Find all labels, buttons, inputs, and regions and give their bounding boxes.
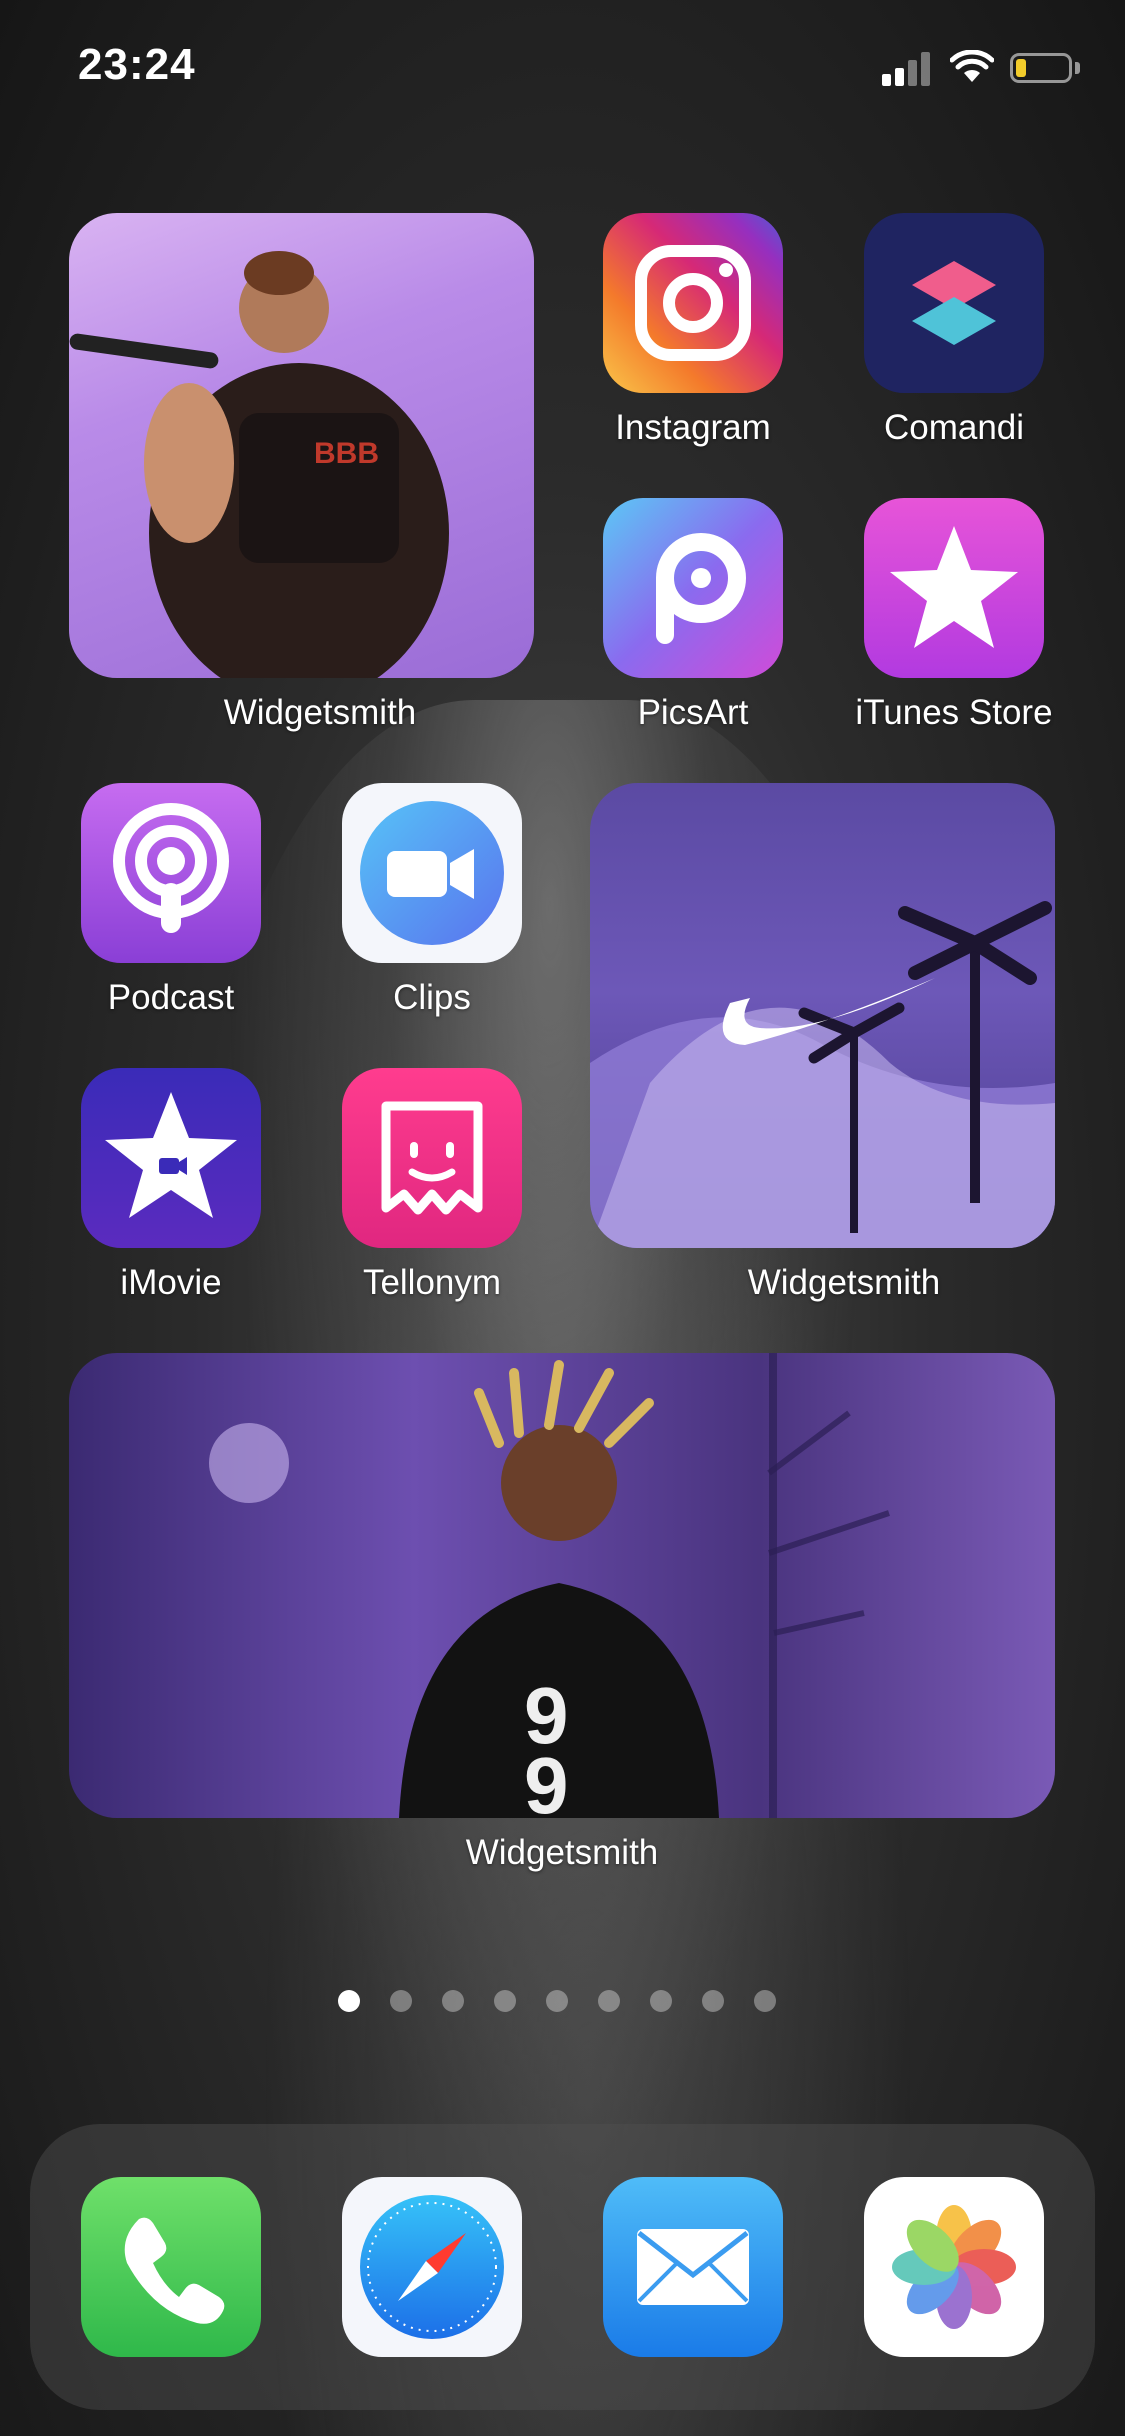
page-dot-active[interactable] [338, 1990, 360, 2012]
shortcuts-icon [912, 261, 996, 345]
tellonym-bag-icon [381, 1101, 483, 1215]
battery-tip [1075, 62, 1080, 74]
mail-app-icon[interactable] [603, 2177, 783, 2357]
itunes-store-label: iTunes Store [855, 693, 1053, 732]
performer-photo-wide: 9 9 [209, 1353, 890, 1818]
safari-icon [360, 2195, 504, 2339]
svg-text:9: 9 [524, 1741, 569, 1818]
mail-icon [637, 2229, 749, 2305]
imovie-star-icon [105, 1092, 237, 1218]
page-dot[interactable] [598, 1990, 620, 2012]
page-dot[interactable] [390, 1990, 412, 2012]
page-indicator[interactable] [338, 1990, 788, 2014]
status-time: 23:24 [78, 40, 196, 89]
cellular-signal-icon [882, 50, 934, 86]
widget-label-2: Widgetsmith [747, 1263, 941, 1302]
widgetsmith-wide-widget[interactable]: 9 9 [69, 1353, 1055, 1818]
phone-app-icon[interactable] [81, 2177, 261, 2357]
phone-icon [124, 2217, 225, 2324]
performer-photo: BBB [69, 251, 449, 678]
clips-app-icon[interactable] [342, 783, 522, 963]
camera-outline-icon [635, 245, 751, 361]
widget-label-3: Widgetsmith [465, 1833, 659, 1872]
widget-label-1: Widgetsmith [223, 693, 417, 732]
comandi-app-icon[interactable] [864, 213, 1044, 393]
widgetsmith-photo-widget[interactable]: BBB [69, 213, 534, 678]
photos-app-icon[interactable] [864, 2177, 1044, 2357]
instagram-app-icon[interactable] [603, 213, 783, 393]
star-icon [890, 526, 1018, 648]
picsart-app-icon[interactable] [603, 498, 783, 678]
tellonym-label: Tellonym [362, 1263, 502, 1302]
podcast-label: Podcast [107, 978, 235, 1017]
imovie-label: iMovie [120, 1263, 222, 1302]
instagram-label: Instagram [615, 408, 771, 447]
page-dot[interactable] [546, 1990, 568, 2012]
comandi-label: Comandi [883, 408, 1025, 447]
wifi-icon [949, 49, 995, 84]
safari-app-icon[interactable] [342, 2177, 522, 2357]
podcast-app-icon[interactable] [81, 783, 261, 963]
picsart-label: PicsArt [637, 693, 749, 732]
tellonym-app-icon[interactable] [342, 1068, 522, 1248]
clips-label: Clips [393, 978, 471, 1017]
picsart-p-icon [656, 533, 746, 644]
svg-text:BBB: BBB [314, 437, 379, 470]
page-dot[interactable] [494, 1990, 516, 2012]
photos-icon [892, 2205, 1016, 2329]
page-dot[interactable] [702, 1990, 724, 2012]
battery-icon [1010, 53, 1072, 83]
clips-camera-icon [360, 801, 504, 945]
widgetsmith-nike-widget[interactable] [590, 783, 1055, 1248]
imovie-app-icon[interactable] [81, 1068, 261, 1248]
page-dot[interactable] [442, 1990, 464, 2012]
podcast-icon [113, 803, 229, 933]
page-dot[interactable] [650, 1990, 672, 2012]
wave-palm-photo [590, 901, 1055, 1248]
itunes-store-app-icon[interactable] [864, 498, 1044, 678]
page-dot[interactable] [754, 1990, 776, 2012]
